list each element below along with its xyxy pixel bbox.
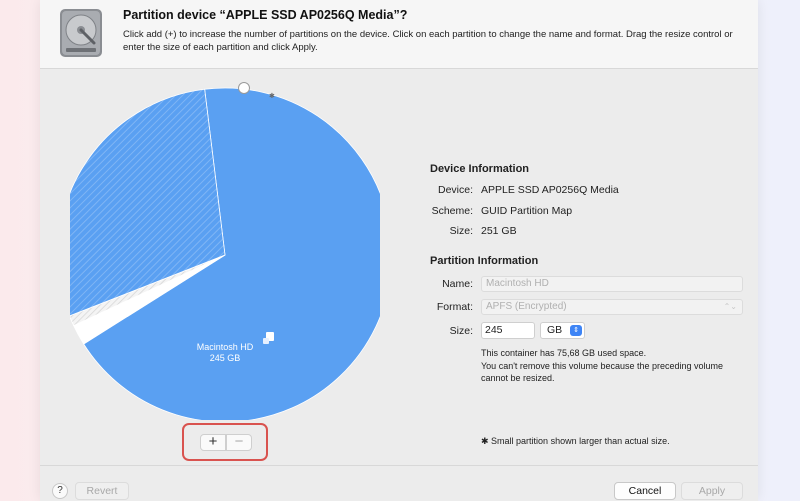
apply-button[interactable]: Apply bbox=[681, 482, 743, 500]
add-partition-button[interactable]: + bbox=[200, 434, 226, 451]
cannot-remove-note: You can't remove this volume because the… bbox=[481, 360, 724, 384]
partition-size-input[interactable]: 245 bbox=[481, 322, 535, 339]
device-size-label: Size: bbox=[449, 225, 473, 237]
updown-stepper-icon: ⇕ bbox=[570, 325, 582, 336]
pie-partition-name: Macintosh HD bbox=[196, 342, 254, 352]
format-label: Format: bbox=[436, 301, 473, 313]
partition-size-label: Size: bbox=[449, 325, 473, 337]
resize-handle[interactable] bbox=[238, 82, 250, 94]
name-label: Name: bbox=[442, 278, 473, 290]
remove-partition-button[interactable]: − bbox=[226, 434, 252, 451]
device-value: APPLE SSD AP0256Q Media bbox=[481, 184, 619, 196]
hard-disk-icon bbox=[60, 9, 102, 57]
dialog-footer: ? Revert Cancel Apply bbox=[40, 465, 758, 501]
dialog-instructions: Click add (+) to increase the number of … bbox=[123, 29, 733, 53]
partition-information-heading: Partition Information bbox=[430, 255, 539, 267]
pie-slices[interactable] bbox=[57, 87, 393, 423]
size-unit-popup[interactable]: GB ⇕ bbox=[540, 322, 585, 339]
format-popup[interactable]: APFS (Encrypted) ⌃⌄ bbox=[481, 299, 743, 315]
dialog-header: Partition device “APPLE SSD AP0256Q Medi… bbox=[40, 0, 758, 69]
chevron-updown-icon: ⌃⌄ bbox=[723, 302, 737, 311]
pie-slice-label: Macintosh HD 245 GB bbox=[70, 342, 380, 364]
used-space-note: This container has 75,68 GB used space. bbox=[481, 348, 647, 358]
revert-button[interactable]: Revert bbox=[75, 482, 129, 500]
cancel-button[interactable]: Cancel bbox=[614, 482, 676, 500]
partition-dialog: Partition device “APPLE SSD AP0256Q Medi… bbox=[40, 0, 758, 501]
add-remove-partition-group: + − bbox=[182, 423, 268, 461]
small-partition-footnote: ✱ Small partition shown larger than actu… bbox=[481, 436, 670, 446]
pie-partition-size: 245 GB bbox=[209, 353, 241, 363]
partition-pie-svg[interactable]: ✱ bbox=[57, 80, 393, 423]
device-size-value: 251 GB bbox=[481, 225, 517, 237]
small-partition-marker: ✱ bbox=[269, 92, 275, 100]
scheme-value: GUID Partition Map bbox=[481, 205, 573, 217]
partition-pie-chart[interactable]: ✱ Macintosh HD 245 GB bbox=[57, 80, 393, 423]
dialog-title: Partition device “APPLE SSD AP0256Q Medi… bbox=[123, 8, 408, 22]
device-label: Device: bbox=[437, 184, 473, 196]
partition-note: This container has 75,68 GB used space. … bbox=[481, 347, 751, 385]
size-unit-value: GB bbox=[547, 324, 563, 336]
format-value: APFS (Encrypted) bbox=[486, 301, 567, 312]
device-information-heading: Device Information bbox=[430, 163, 530, 175]
partition-name-field[interactable]: Macintosh HD bbox=[481, 276, 743, 292]
scheme-label: Scheme: bbox=[431, 205, 473, 217]
help-button[interactable]: ? bbox=[52, 483, 68, 499]
